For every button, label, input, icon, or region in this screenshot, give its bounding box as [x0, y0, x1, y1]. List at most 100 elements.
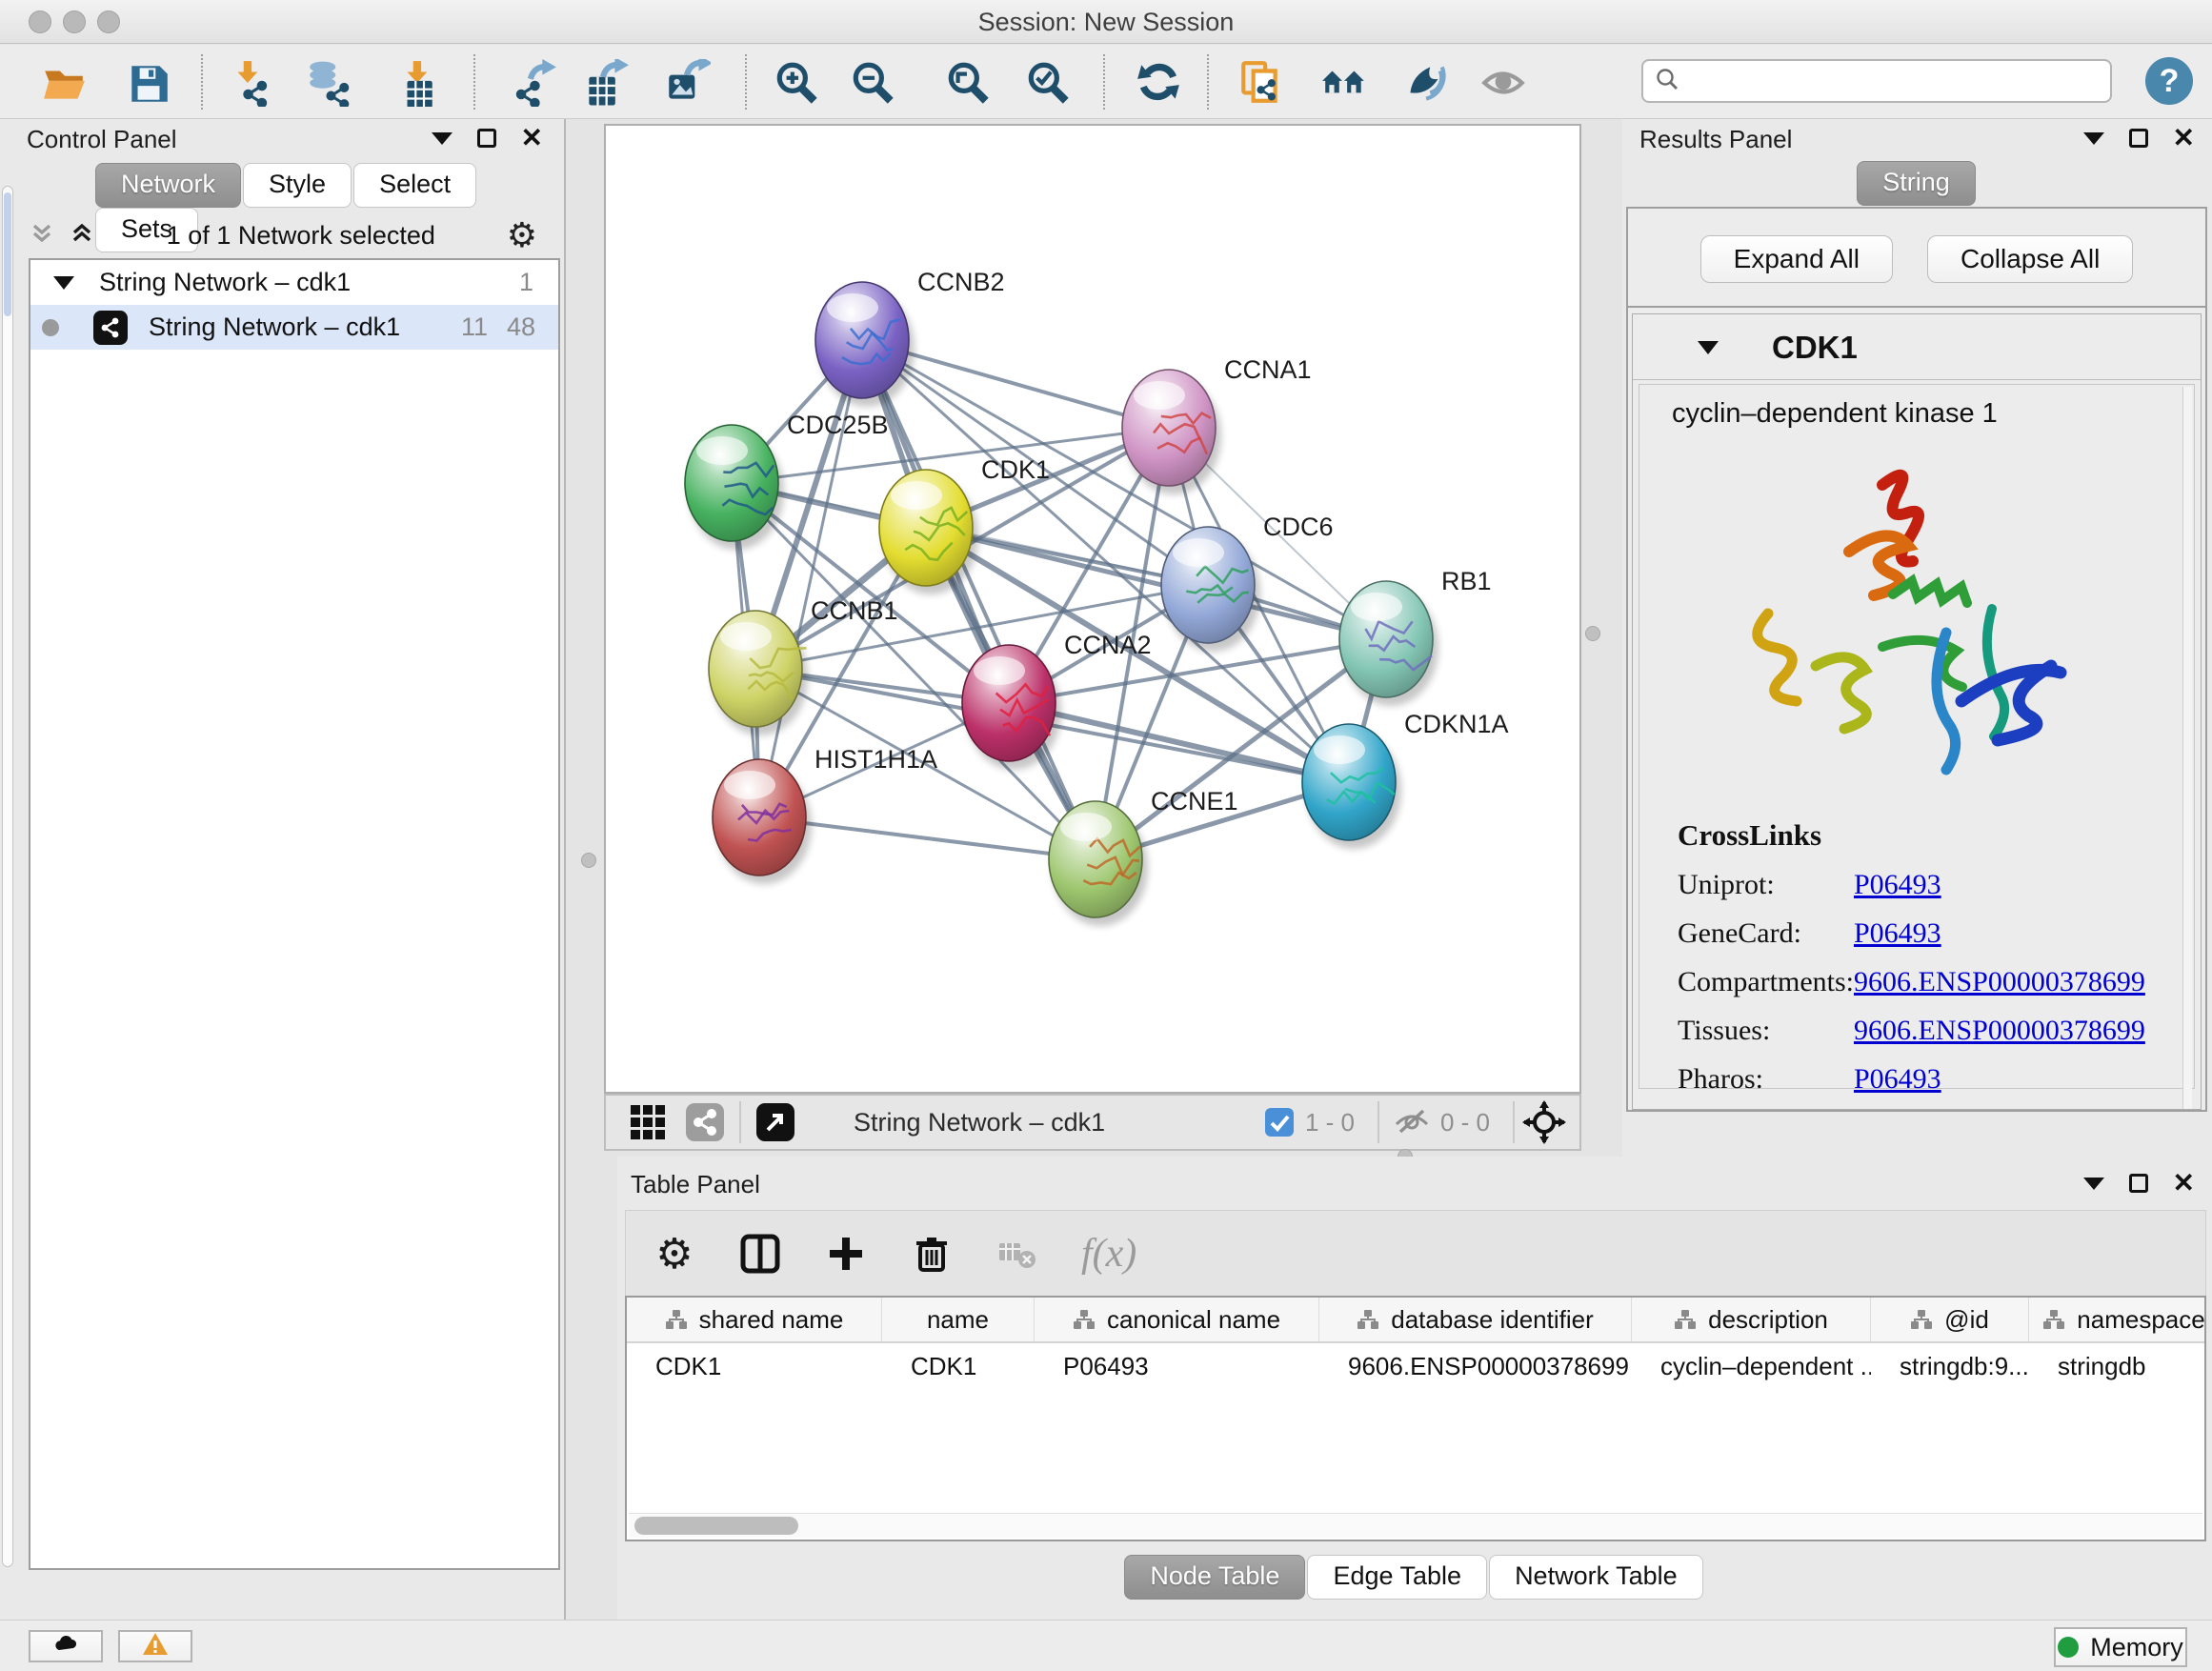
column-header-name[interactable]: name: [882, 1298, 1035, 1341]
vertical-splitter-handle-right[interactable]: [1585, 626, 1600, 641]
first-neighbors-icon[interactable]: [1318, 57, 1370, 109]
hide-graphics-details-icon[interactable]: [1398, 57, 1450, 109]
tab-select[interactable]: Select: [353, 163, 476, 208]
panel-collapse-icon[interactable]: [432, 132, 452, 145]
function-builder-icon: f(x): [1081, 1231, 1136, 1277]
refresh-layout-icon[interactable]: [1134, 57, 1185, 109]
birdseye-grid-icon[interactable]: [627, 1101, 669, 1143]
entry-expand-arrow-icon[interactable]: [1698, 341, 1719, 354]
export-image-icon[interactable]: [661, 57, 713, 109]
selected-nodes-checkbox-icon[interactable]: [1263, 1106, 1296, 1138]
column-header-namespace[interactable]: namespace: [2029, 1298, 2206, 1341]
network-node-CCNB2[interactable]: CCNB2: [815, 268, 1005, 407]
results-collapse-icon[interactable]: [2083, 132, 2104, 145]
tree-row[interactable]: String Network – cdk1 1: [30, 260, 558, 305]
help-button[interactable]: ?: [2145, 57, 2193, 105]
crosslink-row: Uniprot: P06493: [1678, 869, 2145, 901]
share-document-icon[interactable]: [1236, 57, 1287, 109]
vertical-splitter-handle[interactable]: [581, 853, 596, 868]
search-box[interactable]: [1641, 59, 2112, 103]
crosslink-row: Tissues: 9606.ENSP00000378699: [1678, 1015, 2145, 1047]
results-float-icon[interactable]: [2129, 129, 2148, 148]
cloud-status-button[interactable]: [29, 1630, 103, 1662]
table-collapse-icon[interactable]: [2083, 1178, 2104, 1190]
column-header-shared-name[interactable]: shared name: [627, 1298, 882, 1341]
open-session-icon[interactable]: [38, 57, 90, 109]
tab-network-table[interactable]: Network Table: [1489, 1555, 1703, 1600]
network-node-RB1[interactable]: RB1: [1339, 567, 1492, 706]
table-horizontal-scrollbar[interactable]: [629, 1513, 2202, 1538]
node-entry-header[interactable]: CDK1: [1633, 314, 2201, 380]
tab-network[interactable]: Network: [95, 163, 241, 208]
save-session-icon[interactable]: [123, 57, 174, 109]
table-cell[interactable]: stringdb: [2029, 1343, 2206, 1389]
table-float-icon[interactable]: [2129, 1174, 2148, 1193]
crosslink-link[interactable]: P06493: [1854, 1063, 1941, 1096]
table-cell[interactable]: cyclin–dependent ...: [1632, 1343, 1871, 1389]
cloud-icon: [51, 1630, 80, 1663]
table-settings-gear-icon[interactable]: ⚙: [653, 1232, 696, 1276]
network-node-CDC6[interactable]: CDC6: [1161, 513, 1334, 652]
tab-node-table[interactable]: Node Table: [1124, 1555, 1305, 1600]
crosslink-link[interactable]: P06493: [1854, 869, 1941, 901]
network-edge[interactable]: [926, 528, 1386, 639]
table-cell[interactable]: stringdb:9...: [1871, 1343, 2029, 1389]
show-columns-icon[interactable]: [738, 1232, 782, 1276]
import-network-database-icon[interactable]: [303, 57, 354, 109]
crosslink-label: Uniprot:: [1678, 869, 1854, 901]
network-node-CDK1[interactable]: CDK1: [879, 455, 1050, 594]
table-row[interactable]: CDK1CDK1P064939606.ENSP00000378699cyclin…: [627, 1343, 2204, 1389]
zoom-in-icon[interactable]: [771, 57, 822, 109]
crosslink-link[interactable]: P06493: [1854, 917, 1941, 950]
network-canvas[interactable]: CCNB2 CCNA1 CDC25B CDK1 CDC6 RB1 CCNB1: [604, 124, 1581, 1094]
network-share-icon: [93, 311, 128, 345]
tab-string[interactable]: String: [1857, 161, 1976, 206]
results-vertical-scrollbar[interactable]: [2182, 387, 2192, 1110]
table-cell[interactable]: 9606.ENSP00000378699: [1319, 1343, 1632, 1389]
fit-content-crosshair-icon[interactable]: [1522, 1100, 1566, 1144]
warning-status-button[interactable]: [118, 1630, 192, 1662]
table-cell[interactable]: CDK1: [627, 1343, 882, 1389]
node-attribute-table[interactable]: shared namenamecanonical namedatabase id…: [625, 1296, 2206, 1541]
collapse-all-icon[interactable]: [29, 220, 55, 252]
import-table-icon[interactable]: [393, 57, 445, 109]
tab-style[interactable]: Style: [243, 163, 352, 208]
open-in-new-icon[interactable]: [754, 1101, 796, 1143]
zoom-selected-icon[interactable]: [1022, 57, 1074, 109]
zoom-out-icon[interactable]: [847, 57, 898, 109]
network-node-CDKN1A[interactable]: CDKN1A: [1302, 710, 1509, 849]
import-network-file-icon[interactable]: [224, 57, 275, 109]
panel-float-icon[interactable]: [477, 129, 496, 148]
collapse-all-button[interactable]: Collapse All: [1927, 235, 2133, 283]
export-table-icon[interactable]: [579, 57, 631, 109]
crosslink-link[interactable]: 9606.ENSP00000378699: [1854, 1015, 2145, 1047]
export-network-icon[interactable]: [509, 57, 560, 109]
column-header-database-identifier[interactable]: database identifier: [1319, 1298, 1632, 1341]
network-overview-share-icon[interactable]: [684, 1101, 726, 1143]
expand-all-icon[interactable]: [69, 220, 95, 252]
search-input[interactable]: [1687, 68, 2110, 94]
column-header-canonical-name[interactable]: canonical name: [1035, 1298, 1319, 1341]
zoom-fit-icon[interactable]: [942, 57, 994, 109]
table-cell[interactable]: P06493: [1035, 1343, 1319, 1389]
expand-all-button[interactable]: Expand All: [1700, 235, 1893, 283]
network-node-HIST1H1A[interactable]: HIST1H1A: [713, 745, 937, 884]
column-header-description[interactable]: description: [1632, 1298, 1871, 1341]
tree-row[interactable]: String Network – cdk1 11 48: [30, 305, 558, 350]
delete-column-trash-icon[interactable]: [910, 1232, 954, 1276]
table-close-icon[interactable]: ✕: [2173, 1174, 2195, 1193]
column-header--id[interactable]: @id: [1871, 1298, 2029, 1341]
tab-edge-table[interactable]: Edge Table: [1307, 1555, 1487, 1600]
results-close-icon[interactable]: ✕: [2173, 129, 2195, 148]
left-scroll-sliver[interactable]: [2, 186, 13, 1567]
add-column-icon[interactable]: [824, 1232, 868, 1276]
memory-button[interactable]: Memory: [2054, 1627, 2187, 1667]
network-options-gear-icon[interactable]: ⚙: [507, 218, 537, 252]
table-cell[interactable]: CDK1: [882, 1343, 1035, 1389]
tree-expand-arrow-icon[interactable]: [53, 276, 74, 290]
network-node-CCNE1[interactable]: CCNE1: [1049, 787, 1238, 926]
panel-close-icon[interactable]: ✕: [521, 129, 543, 148]
show-eye-icon[interactable]: [1478, 57, 1530, 109]
crosslink-link[interactable]: 9606.ENSP00000378699: [1854, 966, 2145, 998]
application-window: Session: New Session ? Control Panel ✕ N…: [0, 0, 2212, 1671]
